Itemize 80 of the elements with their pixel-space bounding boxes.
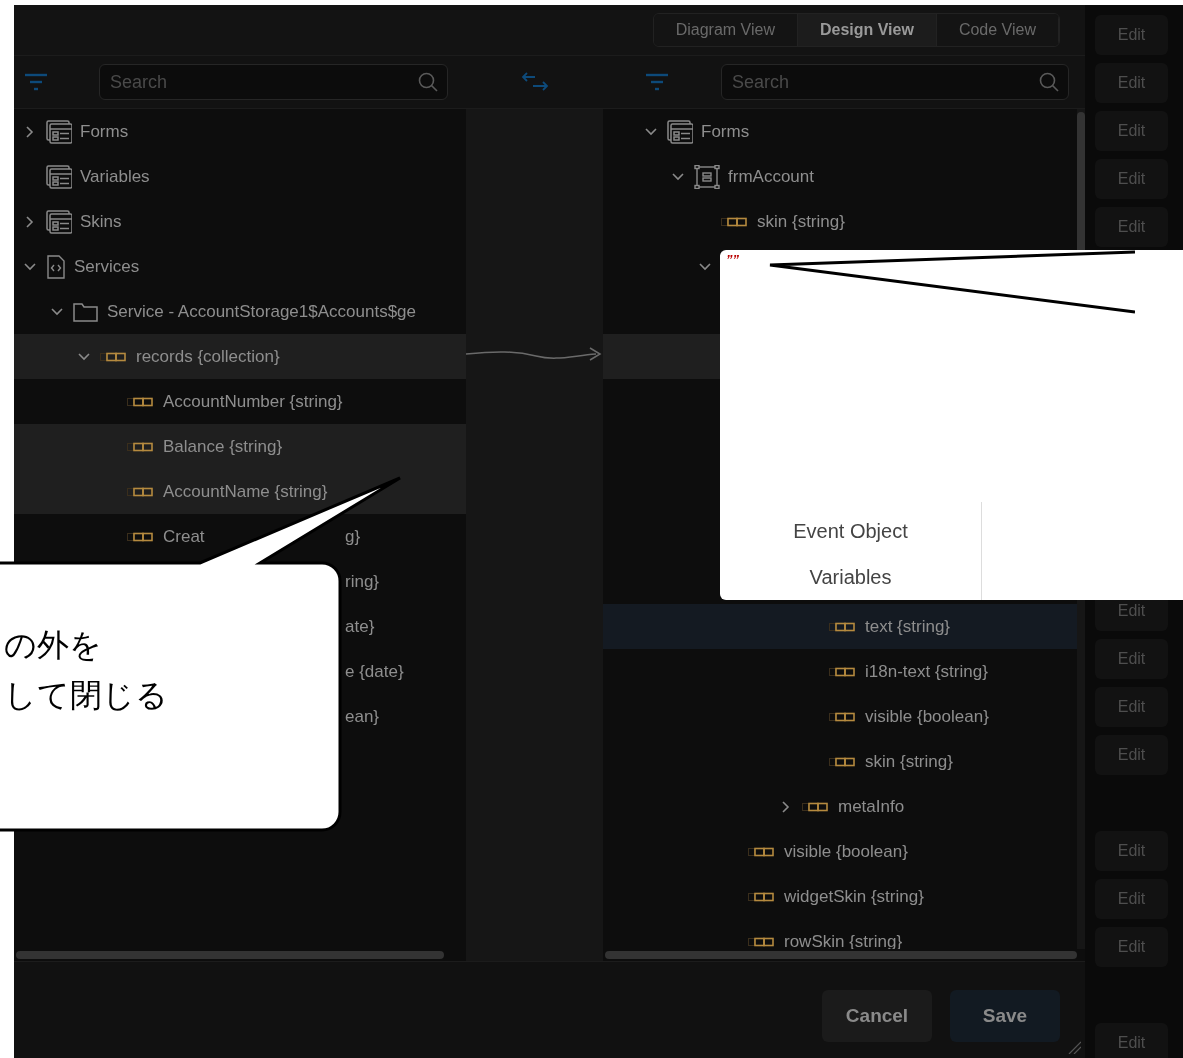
tree-label: Variables bbox=[80, 166, 150, 187]
frame-icon bbox=[694, 164, 720, 189]
tree-label: frmAccount bbox=[728, 166, 814, 187]
view-tab[interactable]: Design View bbox=[797, 14, 937, 46]
tree-label: ring} bbox=[345, 571, 380, 592]
save-button[interactable]: Save bbox=[950, 990, 1060, 1042]
menu-item[interactable]: Event Object bbox=[720, 508, 981, 554]
tree-label: skin {string} bbox=[757, 211, 845, 232]
tree-row[interactable]: visible {boolean} bbox=[603, 829, 1077, 874]
tree-row[interactable]: Services bbox=[14, 244, 466, 289]
tree-row[interactable]: text {string} bbox=[603, 604, 1077, 649]
tree-row[interactable]: widgetSkin {string} bbox=[603, 874, 1077, 919]
menu-item[interactable]: Variables bbox=[720, 554, 981, 600]
tree-row[interactable]: frmAccount bbox=[603, 154, 1077, 199]
field-icon bbox=[829, 620, 857, 633]
tree-row[interactable]: records {collection} bbox=[14, 334, 466, 379]
tree-label: AccountNumber {string} bbox=[163, 391, 343, 412]
callout-text: して閉じる bbox=[4, 675, 168, 716]
tree-label: Forms bbox=[80, 121, 129, 142]
field-icon bbox=[748, 935, 776, 948]
tree-row[interactable]: skin {string} bbox=[603, 199, 1077, 244]
tree-row[interactable]: Creat g} bbox=[14, 514, 466, 559]
callout-text: の外を bbox=[4, 625, 103, 666]
search-icon bbox=[418, 72, 438, 92]
tree-label: Creat bbox=[163, 526, 205, 547]
tree-row[interactable]: visible {boolean} bbox=[603, 694, 1077, 739]
tree-label: g} bbox=[345, 526, 361, 547]
tree-label: i18n-text {string} bbox=[865, 661, 988, 682]
tree-label: e {date} bbox=[345, 661, 404, 682]
scrollbar-thumb[interactable] bbox=[16, 951, 444, 959]
tree-row[interactable]: AccountNumber {string} bbox=[14, 379, 466, 424]
field-icon bbox=[829, 755, 857, 768]
quote-mark: ”” bbox=[725, 251, 739, 267]
tree-label: Service - AccountStorage1$Accounts$ge bbox=[107, 301, 417, 322]
tree-label: Services bbox=[74, 256, 140, 277]
field-icon bbox=[127, 530, 155, 543]
tree-label: Forms bbox=[701, 121, 750, 142]
tree-label: records {collection} bbox=[136, 346, 280, 367]
search-field[interactable]: Search bbox=[721, 64, 1069, 100]
tree-label: Balance {string} bbox=[163, 436, 283, 457]
tree-row[interactable]: Service - AccountStorage1$Accounts$ge bbox=[14, 289, 466, 334]
tree-label: metaInfo bbox=[838, 796, 905, 817]
tree-label: widgetSkin {string} bbox=[784, 886, 924, 907]
search-icon bbox=[1039, 72, 1059, 92]
field-icon bbox=[127, 440, 155, 453]
field-icon bbox=[748, 845, 776, 858]
field-icon bbox=[721, 215, 749, 228]
field-icon bbox=[802, 800, 830, 813]
tree-row[interactable]: skin {string} bbox=[603, 739, 1077, 784]
form-icon bbox=[46, 209, 72, 234]
tree-row[interactable]: Forms bbox=[14, 109, 466, 154]
tree-label: Skins bbox=[80, 211, 122, 232]
tree-label: visible {boolean} bbox=[865, 706, 989, 727]
field-icon bbox=[100, 350, 128, 363]
view-tab[interactable]: Diagram View bbox=[653, 14, 798, 46]
field-icon bbox=[127, 485, 155, 498]
tree-row[interactable]: i18n-text {string} bbox=[603, 649, 1077, 694]
tree-label: AccountName {string} bbox=[163, 481, 328, 502]
tree-row[interactable]: metaInfo bbox=[603, 784, 1077, 829]
tree-row[interactable]: Skins bbox=[14, 199, 466, 244]
folder-icon bbox=[73, 300, 99, 323]
form-icon bbox=[667, 119, 693, 144]
tree-row[interactable]: Variables bbox=[14, 154, 466, 199]
scrollbar-thumb[interactable] bbox=[605, 951, 1077, 959]
tree-label: text {string} bbox=[865, 616, 951, 637]
field-icon bbox=[829, 710, 857, 723]
search-field[interactable]: Search bbox=[99, 64, 448, 100]
field-icon bbox=[829, 665, 857, 678]
tree-label: visible {boolean} bbox=[784, 841, 908, 862]
form-icon bbox=[46, 164, 72, 189]
tree-row[interactable]: Forms bbox=[603, 109, 1077, 154]
tree-row[interactable]: AccountName {string} bbox=[14, 469, 466, 514]
form-icon bbox=[46, 119, 72, 144]
resize-grip-icon[interactable] bbox=[1067, 1040, 1081, 1054]
field-icon bbox=[748, 890, 776, 903]
tree-label: skin {string} bbox=[865, 751, 953, 772]
code-file-icon bbox=[46, 254, 66, 279]
tree-row[interactable]: Balance {string} bbox=[14, 424, 466, 469]
cancel-button[interactable]: Cancel bbox=[822, 990, 932, 1042]
field-icon bbox=[127, 395, 155, 408]
